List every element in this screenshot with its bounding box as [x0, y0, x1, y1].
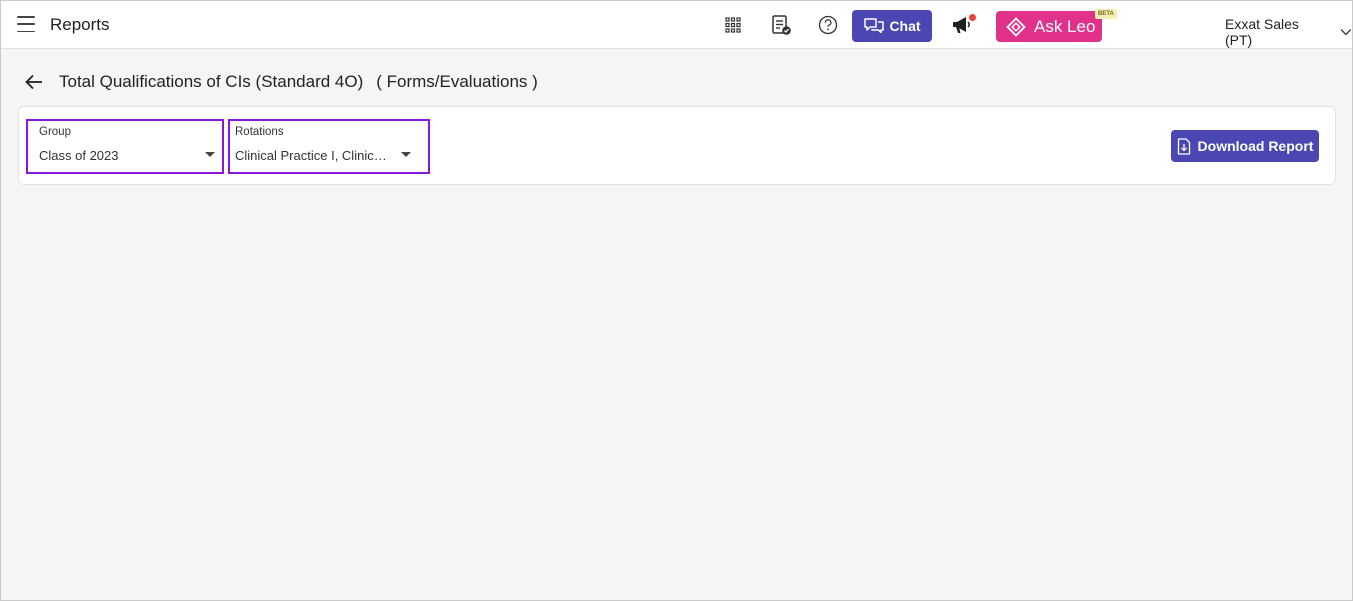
rotations-select-value: Clinical Practice I, Clinic…	[235, 148, 387, 163]
filter-panel: Group Class of 2023 Rotations Clinical P…	[18, 106, 1336, 185]
rotations-select-label: Rotations	[235, 126, 284, 138]
dropdown-arrow-icon	[205, 152, 215, 157]
page-subtitle: ( Forms/Evaluations )	[376, 72, 538, 91]
download-report-label: Download Report	[1197, 138, 1314, 154]
chat-button-label: Chat	[889, 18, 921, 34]
group-select-label: Group	[39, 126, 71, 138]
user-name: Exxat Sales (PT)	[1225, 16, 1299, 48]
rotations-select[interactable]: Rotations Clinical Practice I, Clinic…	[228, 119, 430, 174]
user-menu[interactable]: Exxat Sales (PT)	[1225, 16, 1352, 48]
notification-dot	[969, 14, 976, 21]
page-title: Total Qualifications of CIs (Standard 4O…	[59, 72, 364, 91]
download-file-icon	[1177, 137, 1190, 155]
ask-leo-label: Ask Leo	[1034, 16, 1096, 36]
chevron-down-icon	[1340, 29, 1352, 36]
dropdown-arrow-icon	[401, 152, 411, 157]
top-navigation-bar: Reports Chat Ask Leo BETA Exxat Sales (P…	[1, 1, 1352, 49]
group-select-value: Class of 2023	[39, 148, 119, 163]
page-header: Total Qualifications of CIs (Standard 4O…	[23, 71, 538, 93]
beta-badge: BETA	[1095, 9, 1117, 19]
checklist-icon[interactable]	[769, 13, 793, 37]
menu-icon[interactable]	[17, 16, 35, 32]
back-arrow-icon[interactable]	[23, 71, 45, 93]
download-report-button[interactable]: Download Report	[1171, 130, 1319, 162]
leo-icon	[1006, 16, 1026, 37]
help-icon[interactable]	[816, 13, 840, 37]
announcements-button[interactable]	[948, 13, 976, 37]
chat-button[interactable]: Chat	[852, 10, 932, 42]
app-title: Reports	[50, 15, 110, 34]
ask-leo-button[interactable]: Ask Leo	[996, 11, 1102, 42]
group-select[interactable]: Group Class of 2023	[26, 119, 224, 174]
chat-icon	[864, 18, 885, 34]
apps-grid-icon[interactable]	[721, 13, 745, 37]
